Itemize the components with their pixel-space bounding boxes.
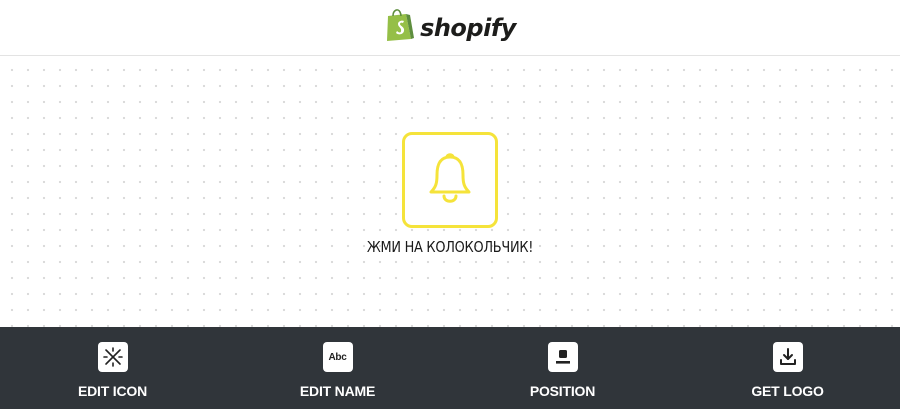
header: shopify bbox=[0, 0, 900, 56]
logo-name-text[interactable]: ЖМИ НА КОЛОКОЛЬЧИК! bbox=[63, 238, 837, 256]
bell-icon bbox=[425, 149, 475, 212]
position-button[interactable]: POSITION bbox=[450, 327, 675, 409]
download-icon bbox=[772, 342, 803, 372]
get-logo-label: GET LOGO bbox=[751, 383, 824, 399]
bottom-toolbar: EDIT ICON Abc EDIT NAME POSITION GET LOG… bbox=[0, 327, 900, 409]
position-label: POSITION bbox=[529, 383, 596, 399]
edit-name-label: EDIT NAME bbox=[299, 383, 376, 399]
abc-text-icon: Abc bbox=[322, 342, 353, 372]
brand-name: shopify bbox=[420, 13, 516, 42]
magic-wand-icon bbox=[97, 342, 128, 372]
edit-icon-label: EDIT ICON bbox=[78, 383, 147, 399]
shopify-brand-link[interactable]: shopify bbox=[384, 8, 516, 47]
edit-name-button[interactable]: Abc EDIT NAME bbox=[225, 327, 450, 409]
position-layout-icon bbox=[547, 342, 578, 372]
logo-preview-canvas: ЖМИ НА КОЛОКОЛЬЧИК! bbox=[0, 56, 900, 327]
get-logo-button[interactable]: GET LOGO bbox=[675, 327, 900, 409]
abc-text: Abc bbox=[328, 351, 347, 363]
logo-icon-frame[interactable] bbox=[402, 132, 498, 228]
shopify-bag-icon bbox=[384, 8, 415, 47]
logo-maker-page: shopify ЖМИ НА КОЛОКОЛЬЧИК! EDIT ICON Ab… bbox=[0, 0, 900, 409]
edit-icon-button[interactable]: EDIT ICON bbox=[0, 327, 225, 409]
